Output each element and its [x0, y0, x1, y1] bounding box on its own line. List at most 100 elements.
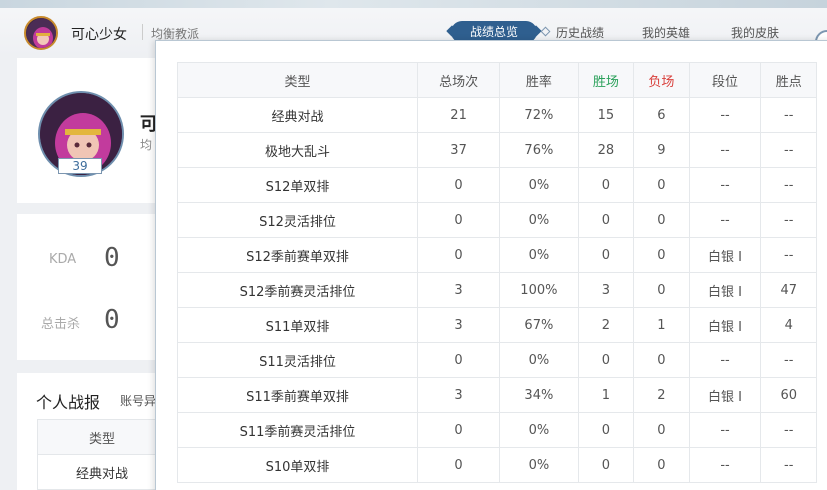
table-cell: S12灵活排位: [177, 202, 418, 238]
table-cell: 0: [633, 272, 690, 308]
tab-heroes[interactable]: 我的英雄: [642, 24, 690, 41]
table-row: 经典对战 21 72% 15 6 -- --: [177, 97, 817, 133]
table-cell: --: [760, 167, 817, 203]
table-cell: --: [760, 412, 817, 448]
col-total: 总场次: [416, 62, 501, 98]
table-cell: 1: [633, 307, 690, 343]
table-cell: 3: [416, 272, 501, 308]
mini-stats-table: 类型 经典对战: [37, 419, 167, 490]
table-cell: 100%: [499, 272, 579, 308]
table-cell: 0: [416, 167, 501, 203]
table-cell: 0: [577, 447, 635, 483]
table-cell: 0: [633, 412, 690, 448]
tab-skins[interactable]: 我的皮肤: [731, 24, 779, 41]
table-cell: 0%: [499, 342, 579, 378]
table-cell: 0%: [499, 202, 579, 238]
table-cell: 67%: [499, 307, 579, 343]
kills-label: 总击杀: [41, 317, 81, 332]
col-points: 胜点: [760, 62, 817, 98]
table-cell: 0: [416, 202, 501, 238]
table-row: S11灵活排位 0 0% 0 0 -- --: [177, 342, 817, 378]
table-cell: 白银 Ⅰ: [688, 377, 762, 413]
divider: [142, 24, 143, 40]
table-cell: 0: [416, 447, 501, 483]
table-cell: 2: [577, 307, 635, 343]
table-row: S11季前赛灵活排位 0 0% 0 0 -- --: [177, 412, 817, 448]
table-cell: 21: [416, 97, 501, 133]
table-cell: S12季前赛灵活排位: [177, 272, 418, 308]
table-cell: 白银 Ⅰ: [688, 307, 762, 343]
table-cell: 0: [633, 167, 690, 203]
table-cell: 0: [633, 342, 690, 378]
player-name: 可心少女: [71, 27, 127, 43]
table-cell: 15: [577, 97, 635, 133]
col-type: 类型: [177, 62, 418, 98]
table-cell: 经典对战: [37, 454, 167, 490]
table-cell: 3: [416, 377, 501, 413]
table-cell: 0%: [499, 237, 579, 273]
table-cell: 0: [633, 447, 690, 483]
table-cell: 0: [577, 167, 635, 203]
table-header-row: 类型 总场次 胜率 胜场 负场 段位 胜点: [177, 62, 817, 98]
table-cell: 极地大乱斗: [177, 132, 418, 168]
table-row: S11单双排 3 67% 2 1 白银 Ⅰ4: [177, 307, 817, 343]
table-cell: 76%: [499, 132, 579, 168]
table-cell: 白银 Ⅰ: [688, 237, 762, 273]
table-cell: --: [688, 132, 762, 168]
player-avatar[interactable]: [24, 16, 58, 50]
table-cell: --: [688, 202, 762, 238]
table-row: 经典对战: [37, 454, 167, 490]
table-cell: 4: [760, 307, 817, 343]
table-cell: 0: [416, 237, 501, 273]
profile-school: 均: [140, 138, 153, 152]
table-row: 极地大乱斗 37 76% 28 9 -- --: [177, 132, 817, 168]
stats-subtitle[interactable]: 账号异: [120, 392, 156, 409]
kda-panel: [17, 214, 167, 360]
table-cell: 9: [633, 132, 690, 168]
table-row: S12季前赛灵活排位 3 100% 3 0 白银 Ⅰ 47: [177, 272, 817, 308]
table-cell: 0%: [499, 167, 579, 203]
table-cell: --: [688, 342, 762, 378]
table-row: 类型: [37, 419, 167, 455]
kills-value: 0: [104, 305, 120, 335]
table-cell: 经典对战: [177, 97, 418, 133]
table-cell: S11灵活排位: [177, 342, 418, 378]
table-cell: 1: [577, 377, 635, 413]
table-cell: 60: [760, 377, 817, 413]
table-cell: --: [760, 132, 817, 168]
table-cell: 0: [416, 342, 501, 378]
top-decoration: [0, 0, 827, 8]
kda-value: 0: [104, 243, 120, 273]
level-badge: 39: [58, 158, 102, 174]
col-losses: 负场: [633, 62, 690, 98]
table-cell: 2: [633, 377, 690, 413]
table-cell: --: [760, 342, 817, 378]
table-cell: S11季前赛灵活排位: [177, 412, 418, 448]
table-cell: 37: [416, 132, 501, 168]
table-cell: 0: [633, 202, 690, 238]
table-cell: 0: [577, 412, 635, 448]
stats-title: 个人战报: [36, 393, 101, 412]
table-cell: 0: [416, 412, 501, 448]
tab-history[interactable]: 历史战绩: [556, 24, 604, 41]
table-cell: 6: [633, 97, 690, 133]
table-cell: 47: [760, 272, 817, 308]
table-cell: 3: [577, 272, 635, 308]
table-cell: --: [760, 237, 817, 273]
table-cell: 0: [577, 237, 635, 273]
table-cell: --: [760, 97, 817, 133]
table-cell: --: [688, 97, 762, 133]
table-cell: 72%: [499, 97, 579, 133]
table-cell: 类型: [37, 419, 167, 455]
kda-label: KDA: [49, 252, 77, 267]
table-cell: 34%: [499, 377, 579, 413]
table-cell: 0%: [499, 412, 579, 448]
table-row: S11季前赛单双排 3 34% 1 2 白银 Ⅰ 60: [177, 377, 817, 413]
table-cell: S10单双排: [177, 447, 418, 483]
table-cell: S12季前赛单双排: [177, 237, 418, 273]
table-row: S12季前赛单双排 0 0% 0 0 白银 Ⅰ --: [177, 237, 817, 273]
table-row: S10单双排 0 0% 0 0 -- --: [177, 447, 817, 483]
table-cell: --: [688, 447, 762, 483]
table-cell: --: [760, 447, 817, 483]
stats-table: 类型 总场次 胜率 胜场 负场 段位 胜点 经典对战 21 72% 15 6 -- -- 极地…: [177, 62, 817, 483]
